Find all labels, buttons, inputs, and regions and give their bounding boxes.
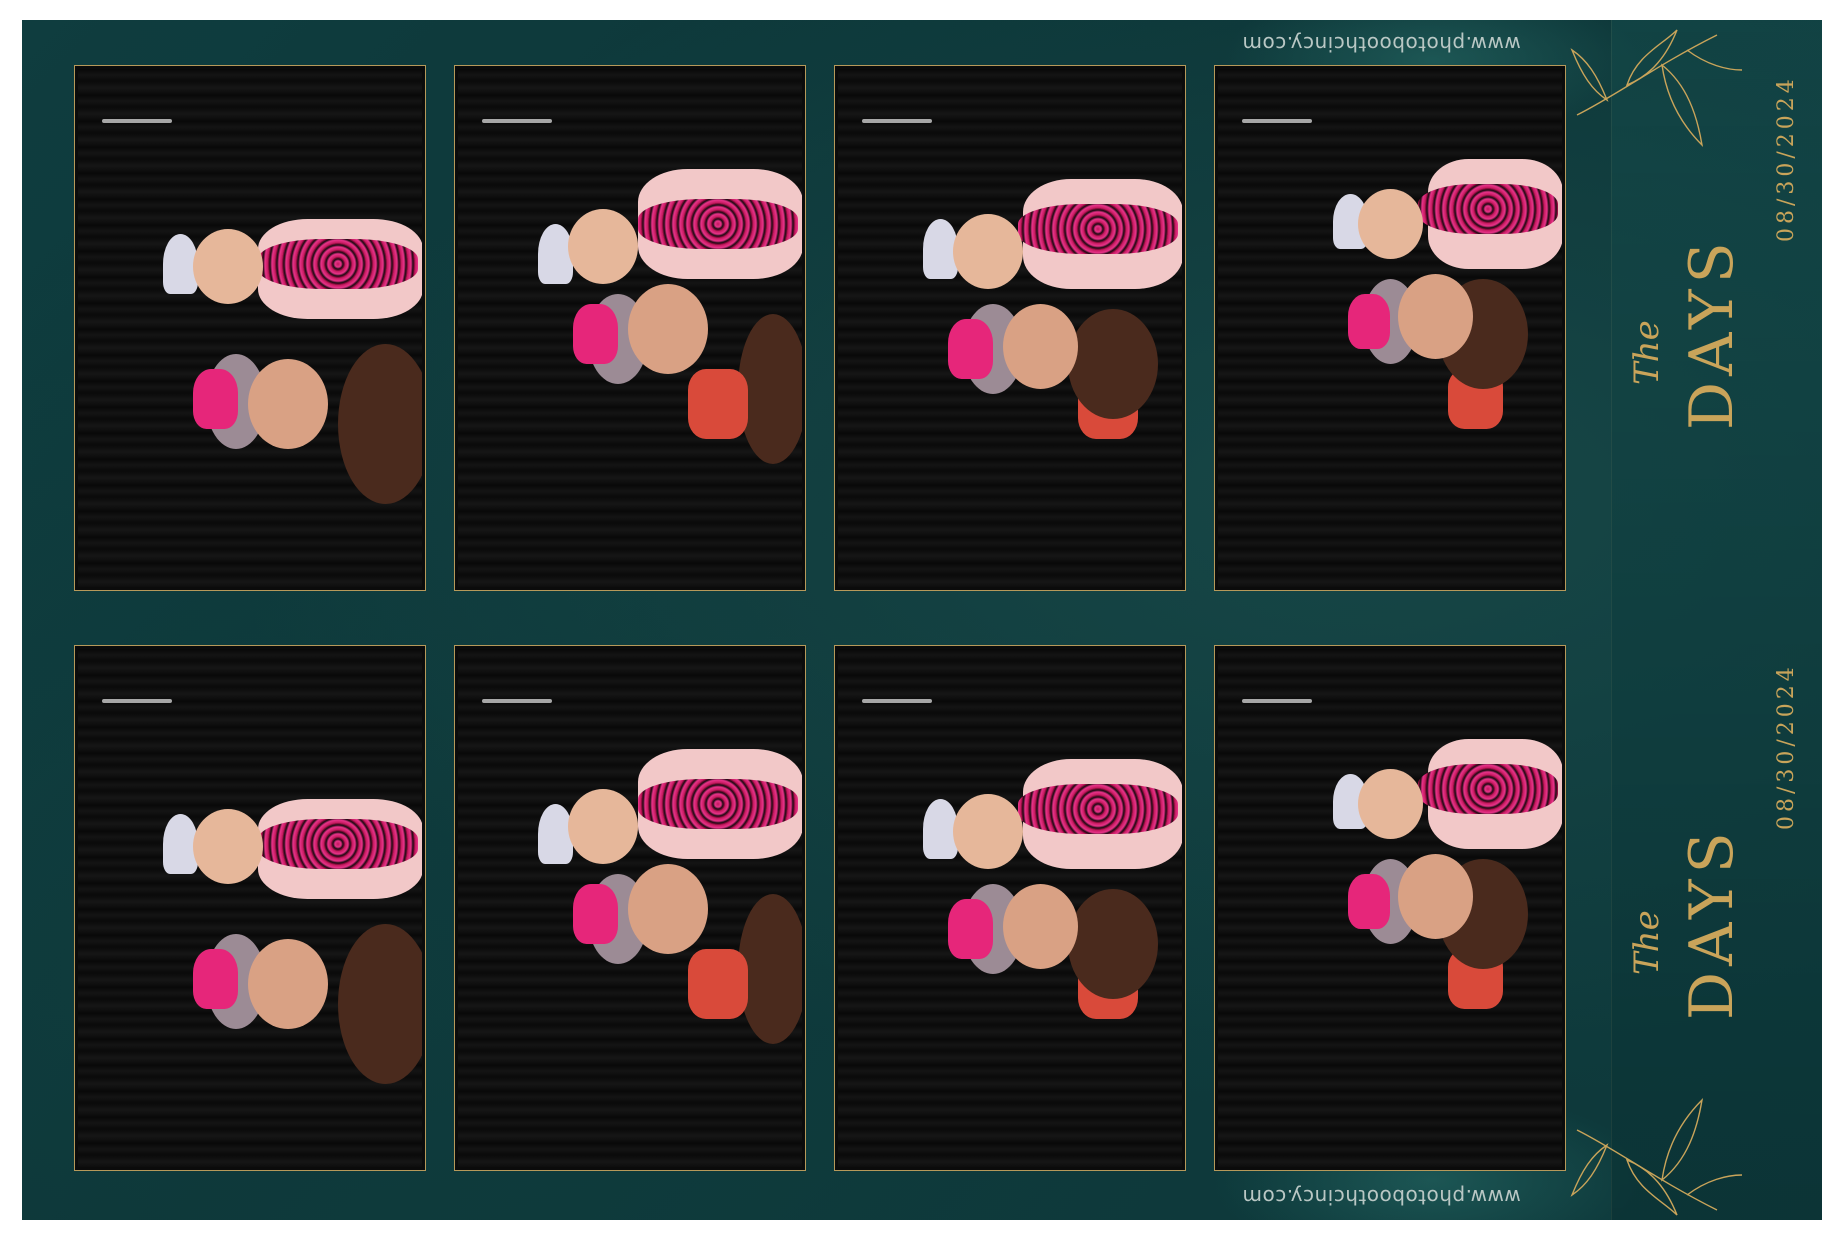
photo-top-2	[458, 69, 802, 587]
leaf-flourish-bottom-icon	[1570, 1097, 1743, 1216]
photo-frame-top-4	[1214, 65, 1566, 591]
title-the-top: The	[1627, 320, 1667, 385]
photo-bottom-1	[78, 649, 422, 1167]
photo-bottom-4	[1218, 649, 1562, 1167]
photo-frame-bottom-2	[454, 645, 806, 1171]
photo-bottom-2	[458, 649, 802, 1167]
photo-frame-top-2	[454, 65, 806, 591]
leaf-flourish-top-icon	[1570, 29, 1743, 148]
date-top: 08/30/2024	[1774, 75, 1799, 242]
photo-frame-bottom-4	[1214, 645, 1566, 1171]
photo-strip-sheet: www.photoboothcincy.com www.photoboothci…	[22, 20, 1822, 1220]
title-days-bottom: DAYS	[1677, 826, 1747, 1020]
photo-frame-bottom-1	[74, 645, 426, 1171]
photo-bottom-3	[838, 649, 1182, 1167]
photo-frame-top-3	[834, 65, 1186, 591]
date-bottom: 08/30/2024	[1774, 663, 1799, 830]
title-days-top: DAYS	[1677, 236, 1747, 430]
photo-top-4	[1218, 69, 1562, 587]
title-the-bottom: The	[1627, 910, 1667, 975]
photo-top-1	[78, 69, 422, 587]
photo-frame-top-1	[74, 65, 426, 591]
photo-frame-bottom-3	[834, 645, 1186, 1171]
watermark-bottom: www.photoboothcincy.com	[1242, 1185, 1521, 1209]
watermark-top: www.photoboothcincy.com	[1242, 32, 1521, 56]
photo-top-3	[838, 69, 1182, 587]
